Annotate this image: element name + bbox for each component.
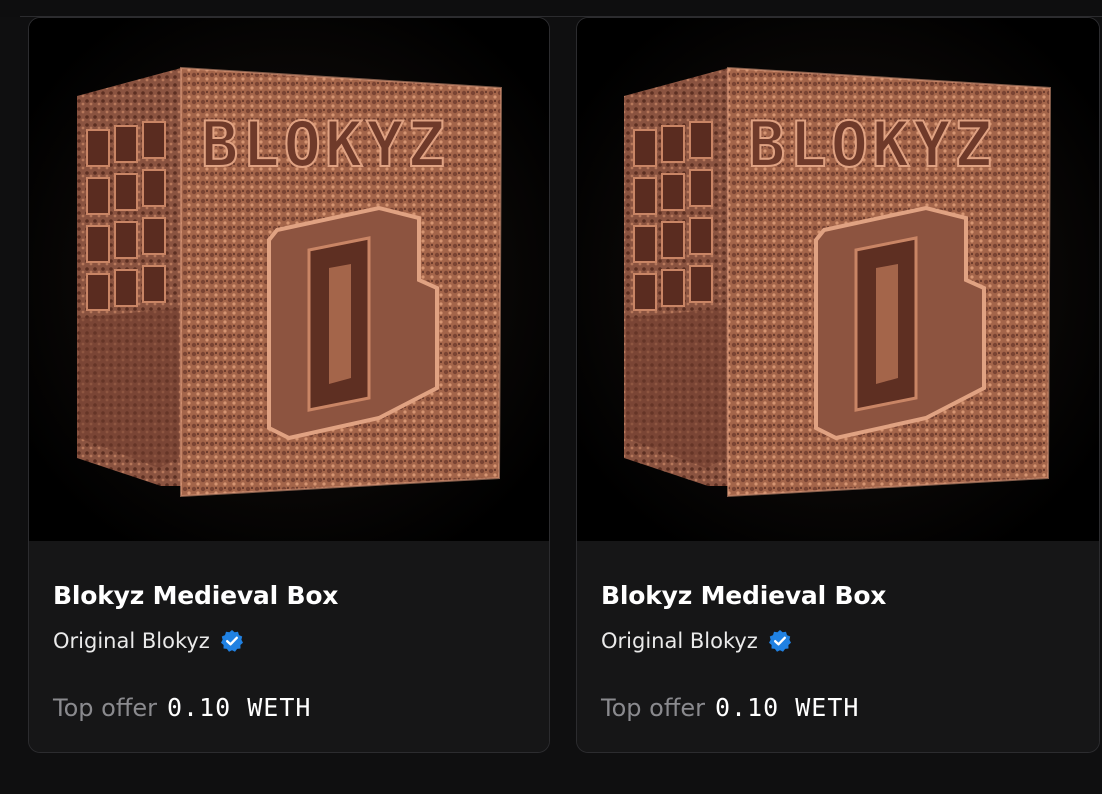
offer-label: Top offer xyxy=(601,694,705,722)
nft-card[interactable]: BLOKYZ Blokyz Medieval Box Original Blok… xyxy=(576,17,1100,753)
top-offer: Top offer 0.10 WETH xyxy=(53,693,311,722)
nft-card[interactable]: BLOKYZ Blokyz Medieval Box Original Blok… xyxy=(28,17,550,753)
nft-title[interactable]: Blokyz Medieval Box xyxy=(53,581,338,610)
top-offer: Top offer 0.10 WETH xyxy=(601,693,859,722)
nft-grid: BLOKYZ Blokyz Medieval Box Original Blok… xyxy=(28,17,1102,755)
nft-image[interactable]: BLOKYZ xyxy=(577,18,1099,541)
offer-label: Top offer xyxy=(53,694,157,722)
collection-link[interactable]: Original Blokyz xyxy=(601,629,792,653)
offer-value: 0.10 WETH xyxy=(166,693,312,722)
verified-badge-icon xyxy=(768,629,792,653)
box-label: BLOKYZ xyxy=(201,108,449,181)
verified-badge-icon xyxy=(220,629,244,653)
blokyz-box-image: BLOKYZ xyxy=(578,18,1099,541)
nft-image[interactable]: BLOKYZ xyxy=(29,18,549,541)
nft-title[interactable]: Blokyz Medieval Box xyxy=(601,581,886,610)
box-label: BLOKYZ xyxy=(748,108,996,181)
card-info: Blokyz Medieval Box Original Blokyz Top … xyxy=(29,541,549,752)
blokyz-box-image: BLOKYZ xyxy=(29,18,549,541)
top-bar xyxy=(0,0,1102,17)
collection-name[interactable]: Original Blokyz xyxy=(53,629,210,653)
offer-value: 0.10 WETH xyxy=(714,693,860,722)
collection-link[interactable]: Original Blokyz xyxy=(53,629,244,653)
collection-name[interactable]: Original Blokyz xyxy=(601,629,758,653)
card-info: Blokyz Medieval Box Original Blokyz Top … xyxy=(577,541,1099,752)
